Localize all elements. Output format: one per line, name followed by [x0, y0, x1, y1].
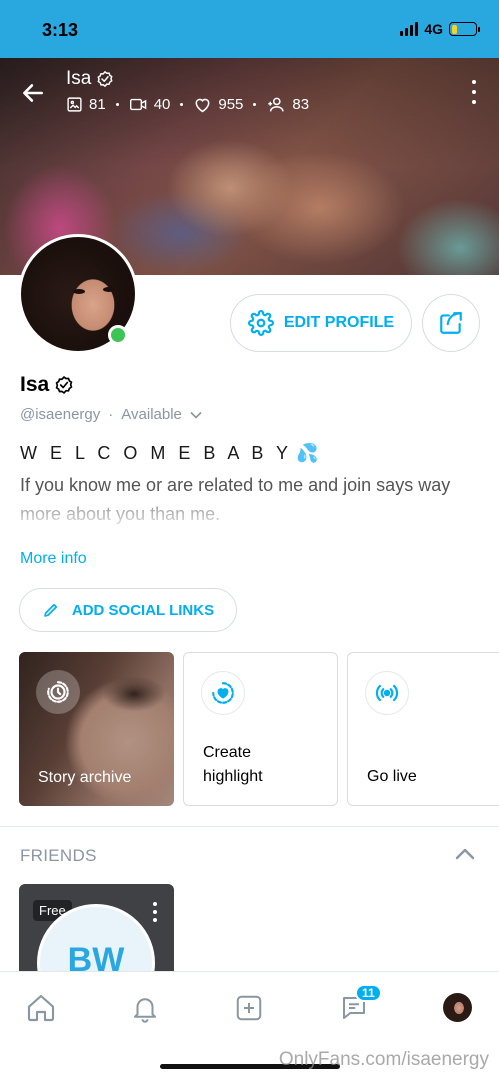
create-highlight-line1: Create	[203, 744, 252, 761]
signal-icon	[400, 22, 419, 36]
nav-home[interactable]	[23, 990, 59, 1026]
status-indicators: 4G	[400, 21, 480, 37]
nav-add-post[interactable]	[231, 990, 267, 1026]
likes-count: 955	[218, 96, 244, 113]
separator-dot: ·	[108, 406, 114, 423]
gear-icon	[247, 310, 274, 336]
chevron-down-icon[interactable]	[190, 411, 202, 419]
profile-name: Isa	[20, 373, 74, 397]
friends-section-title: FRIENDS	[20, 846, 97, 865]
clock-history-icon	[47, 681, 69, 703]
video-icon	[129, 98, 146, 111]
go-live-icon-wrap	[365, 671, 409, 715]
status-bar: 3:13 4G	[0, 0, 499, 58]
add-post-icon	[236, 995, 262, 1021]
handle-line: @isaenergy · Available	[20, 406, 202, 423]
broadcast-icon	[375, 684, 399, 702]
verified-badge-icon	[97, 70, 113, 88]
edit-profile-label: EDIT PROFILE	[283, 314, 395, 331]
sweat-droplets-emoji: 💦	[296, 443, 323, 463]
cover-name-text: Isa	[66, 68, 92, 89]
story-archive-icon-wrap	[36, 670, 80, 714]
nav-notifications[interactable]	[127, 990, 163, 1026]
heart-icon	[195, 98, 210, 113]
add-social-links-label: ADD SOCIAL LINKS	[71, 601, 215, 619]
username-handle: @isaenergy	[20, 406, 101, 423]
create-highlight-line2: highlight	[203, 768, 263, 785]
pencil-icon	[44, 603, 57, 617]
bio-title: W E L C O M E B A B Y 💦	[20, 443, 322, 464]
battery-level	[451, 24, 458, 34]
go-live-card[interactable]: Go live	[347, 652, 499, 806]
add-social-links-button[interactable]: ADD SOCIAL LINKS	[19, 588, 237, 632]
fans-stat: 83	[266, 96, 309, 113]
friend-card[interactable]: Free BW	[19, 884, 174, 972]
watermark: OnlyFans.com/isaenergy	[278, 1049, 489, 1070]
likes-stat: 955	[193, 96, 243, 113]
friend-more-options-icon[interactable]	[152, 902, 158, 922]
status-time: 3:13	[42, 20, 79, 40]
online-status-dot	[108, 325, 128, 345]
videos-stat: 40	[129, 96, 171, 113]
bio-title-text: W E L C O M E B A B Y	[20, 443, 293, 463]
create-highlight-label: Create highlight	[203, 741, 263, 789]
posts-count: 81	[89, 96, 106, 113]
highlight-icon-wrap	[201, 671, 245, 715]
more-info-link[interactable]: More info	[20, 550, 87, 568]
network-label: 4G	[424, 21, 443, 37]
create-highlight-card[interactable]: Create highlight	[183, 652, 338, 806]
videos-count: 40	[153, 96, 171, 113]
posts-stat: 81	[66, 96, 106, 113]
verified-badge-icon	[55, 375, 73, 395]
image-icon	[67, 97, 82, 112]
battery-icon	[449, 22, 480, 36]
go-live-label: Go live	[367, 768, 417, 785]
story-archive-label: Story archive	[38, 769, 132, 786]
more-options-icon[interactable]	[469, 80, 479, 104]
fans-icon	[268, 97, 285, 112]
fans-count: 83	[292, 96, 310, 113]
share-button[interactable]	[422, 294, 480, 352]
share-icon	[440, 312, 462, 334]
home-icon	[27, 994, 55, 1022]
bell-icon	[134, 998, 156, 1023]
story-archive-card[interactable]: Story archive	[19, 652, 174, 806]
messages-badge: 11	[355, 984, 382, 1002]
profile-name-text: Isa	[20, 373, 50, 396]
cover-stats: 81 40 955 83	[66, 96, 309, 113]
nav-profile-avatar[interactable]	[443, 993, 472, 1022]
availability-status[interactable]: Available	[121, 406, 182, 423]
chevron-up-icon[interactable]	[454, 846, 476, 862]
back-arrow-icon[interactable]	[20, 80, 46, 106]
heart-circle-icon	[212, 682, 234, 704]
cover-name: Isa	[66, 68, 114, 90]
bio-fade-overlay	[0, 500, 499, 532]
section-divider	[0, 826, 499, 827]
edit-profile-button[interactable]: EDIT PROFILE	[230, 294, 412, 352]
